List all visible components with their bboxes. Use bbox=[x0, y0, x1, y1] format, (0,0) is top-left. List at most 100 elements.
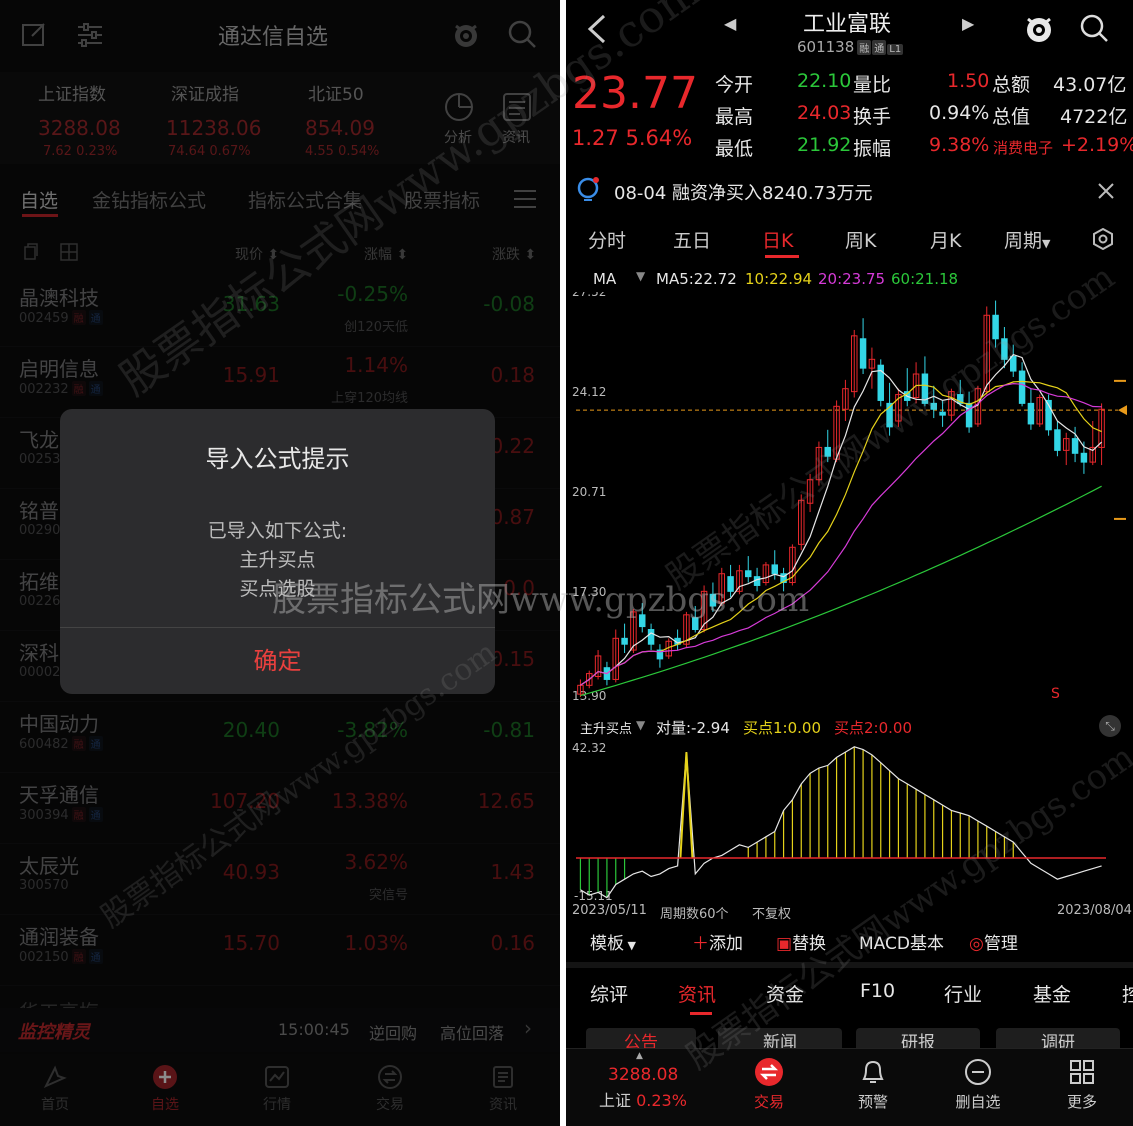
robot-assistant-icon[interactable] bbox=[1022, 11, 1056, 45]
adjust-mode[interactable]: 不复权 bbox=[752, 903, 791, 922]
indicator-top-label: 42.32 bbox=[572, 741, 606, 755]
manage-button[interactable]: ◎管理 bbox=[969, 929, 1018, 954]
macd-basic-button[interactable]: MACD基本 bbox=[859, 929, 944, 954]
footer-alert[interactable]: 预警 bbox=[853, 1057, 893, 1112]
candle-body bbox=[621, 637, 628, 645]
ma20-line bbox=[580, 382, 1102, 686]
trade-icon bbox=[755, 1058, 783, 1086]
confirm-button[interactable]: 确定 bbox=[60, 628, 495, 694]
tab-underline bbox=[690, 1012, 712, 1015]
footer-trade[interactable]: 交易 bbox=[749, 1057, 789, 1112]
sub-tabs: 公告 新闻 研报 调研 bbox=[566, 1026, 1133, 1048]
sector-pct: +2.19% bbox=[1061, 134, 1133, 156]
footer-index-value[interactable]: 3288.08 bbox=[608, 1065, 678, 1085]
tab-weekly-k[interactable]: 周K bbox=[845, 226, 876, 253]
back-icon[interactable] bbox=[586, 14, 608, 44]
date-start: 2023/05/11 bbox=[572, 903, 647, 918]
tab-five-day[interactable]: 五日 bbox=[673, 226, 711, 253]
dialog-msg-line: 已导入如下公式: bbox=[207, 520, 348, 542]
ma20-value: 20:23.75 bbox=[818, 270, 886, 288]
tab-daily-k[interactable]: 日K bbox=[762, 226, 793, 253]
dialog-msg-line: 主升买点 bbox=[239, 549, 316, 571]
tab-f10[interactable]: F10 bbox=[860, 980, 895, 1002]
template-button[interactable]: 模板 ▼ bbox=[590, 929, 636, 954]
indicator-b1: 买点1:0.00 bbox=[743, 719, 821, 737]
subtab-research[interactable]: 研报 bbox=[856, 1028, 980, 1048]
next-stock-icon[interactable]: ▶ bbox=[962, 14, 974, 33]
tab-period[interactable]: 周期▼ bbox=[1004, 226, 1050, 253]
subtab-survey[interactable]: 调研 bbox=[996, 1028, 1120, 1048]
stock-header: ◀ 工业富联 601138 融通 L1 ▶ bbox=[566, 0, 1133, 62]
candle-body bbox=[1054, 429, 1061, 451]
footer-label: 删自选 bbox=[955, 1093, 1001, 1111]
candlestick-chart[interactable]: 27.5224.1220.7117.3013.90 S bbox=[566, 292, 1133, 712]
gear-icon: ◎ bbox=[969, 934, 984, 954]
caret-down-icon[interactable]: ▼ bbox=[636, 269, 645, 283]
search-icon[interactable] bbox=[1078, 12, 1110, 44]
last-price: 23.77 bbox=[572, 68, 698, 119]
settings-icon[interactable] bbox=[1092, 228, 1114, 250]
high-marker bbox=[1114, 379, 1126, 382]
date-end: 2023/08/04 bbox=[1057, 903, 1132, 918]
candle-body bbox=[939, 411, 946, 416]
candle-body bbox=[965, 402, 973, 428]
news-banner[interactable]: 08-04 融资净买入8240.73万元 bbox=[566, 170, 1133, 212]
ma-label[interactable]: MA bbox=[593, 270, 616, 288]
price-tick-label: 13.90 bbox=[572, 689, 606, 703]
tab-summary[interactable]: 综评 bbox=[590, 980, 628, 1007]
stat-value: 1.50 bbox=[947, 70, 990, 92]
footer-more[interactable]: 更多 bbox=[1062, 1057, 1102, 1112]
indicator-chart[interactable]: 42.32-15.11 bbox=[566, 740, 1133, 900]
section-divider bbox=[566, 962, 1133, 968]
candle-body bbox=[1071, 438, 1079, 454]
candle-body bbox=[1018, 370, 1026, 404]
indicator-dl: 对量:-2.94 bbox=[656, 719, 730, 737]
stat-value: 43.07亿 bbox=[1053, 74, 1127, 96]
candle-body bbox=[1010, 355, 1017, 372]
subtab-news[interactable]: 新闻 bbox=[718, 1028, 842, 1048]
candle-body bbox=[647, 629, 655, 645]
subtab-announce[interactable]: 公告 bbox=[586, 1028, 696, 1048]
tag-level: L1 bbox=[887, 44, 904, 55]
tab-more[interactable]: 控 bbox=[1122, 980, 1133, 1007]
grid-more-icon bbox=[1070, 1060, 1094, 1084]
stock-code-line: 601138 融通 L1 bbox=[797, 38, 904, 56]
tab-funds[interactable]: 资金 bbox=[766, 980, 804, 1007]
dialog-title: 导入公式提示 bbox=[205, 445, 350, 473]
close-icon[interactable] bbox=[1096, 181, 1116, 201]
plus-icon: ＋ bbox=[692, 934, 709, 954]
low-marker bbox=[1114, 517, 1126, 520]
bulb-icon bbox=[577, 177, 599, 201]
indicator-legend: 主升买点 ▼ 对量:-2.94 买点1:0.00 买点2:0.00 ⤡ bbox=[566, 712, 1133, 740]
stat-key: 换手 bbox=[853, 106, 892, 128]
ma-legend: MA ▼ MA5:22.72 10:22.94 20:23.75 60:21.1… bbox=[566, 266, 1133, 292]
stock-code: 601138 bbox=[797, 38, 855, 56]
footer-remove[interactable]: 删自选 bbox=[950, 1057, 1006, 1112]
left-phone-screen: 通达信自选 上证指数 3288.08 7.62 0.23% 深证成指 11238… bbox=[0, 0, 560, 1126]
tab-underline bbox=[765, 255, 799, 258]
candle-body bbox=[824, 446, 831, 457]
prev-stock-icon[interactable]: ◀ bbox=[724, 14, 736, 33]
tab-info[interactable]: 资讯 bbox=[678, 980, 716, 1007]
footer-label: 更多 bbox=[1066, 1093, 1097, 1111]
tab-industry[interactable]: 行业 bbox=[944, 980, 982, 1007]
period-tabs: 分时 五日 日K 周K 月K 周期▼ bbox=[566, 212, 1133, 264]
tab-monthly-k[interactable]: 月K bbox=[930, 226, 961, 253]
stat-value: 24.03 bbox=[797, 102, 852, 124]
caret-down-icon[interactable]: ▼ bbox=[636, 718, 645, 732]
ma5-value: MA5:22.72 bbox=[656, 270, 737, 288]
stock-footer: ▲ 3288.08 上证 0.23% 交易 预警 删自选 更多 bbox=[566, 1048, 1133, 1126]
ma10-value: 10:22.94 bbox=[745, 270, 813, 288]
tab-fund[interactable]: 基金 bbox=[1033, 980, 1071, 1007]
tab-intraday[interactable]: 分时 bbox=[588, 226, 626, 253]
stat-key: 总值 bbox=[992, 106, 1031, 128]
add-button[interactable]: ＋添加 bbox=[692, 929, 743, 954]
replace-button[interactable]: ▣替换 bbox=[776, 929, 826, 954]
price-tick-label: 20.71 bbox=[572, 485, 606, 499]
expand-icon[interactable]: ⤡ bbox=[1099, 715, 1121, 737]
sector-name[interactable]: 消费电子 bbox=[993, 137, 1053, 158]
indicator-name[interactable]: 主升买点 bbox=[580, 718, 632, 737]
candle-body bbox=[930, 402, 937, 410]
stat-key: 量比 bbox=[853, 74, 892, 96]
footer-label: 交易 bbox=[753, 1093, 784, 1111]
